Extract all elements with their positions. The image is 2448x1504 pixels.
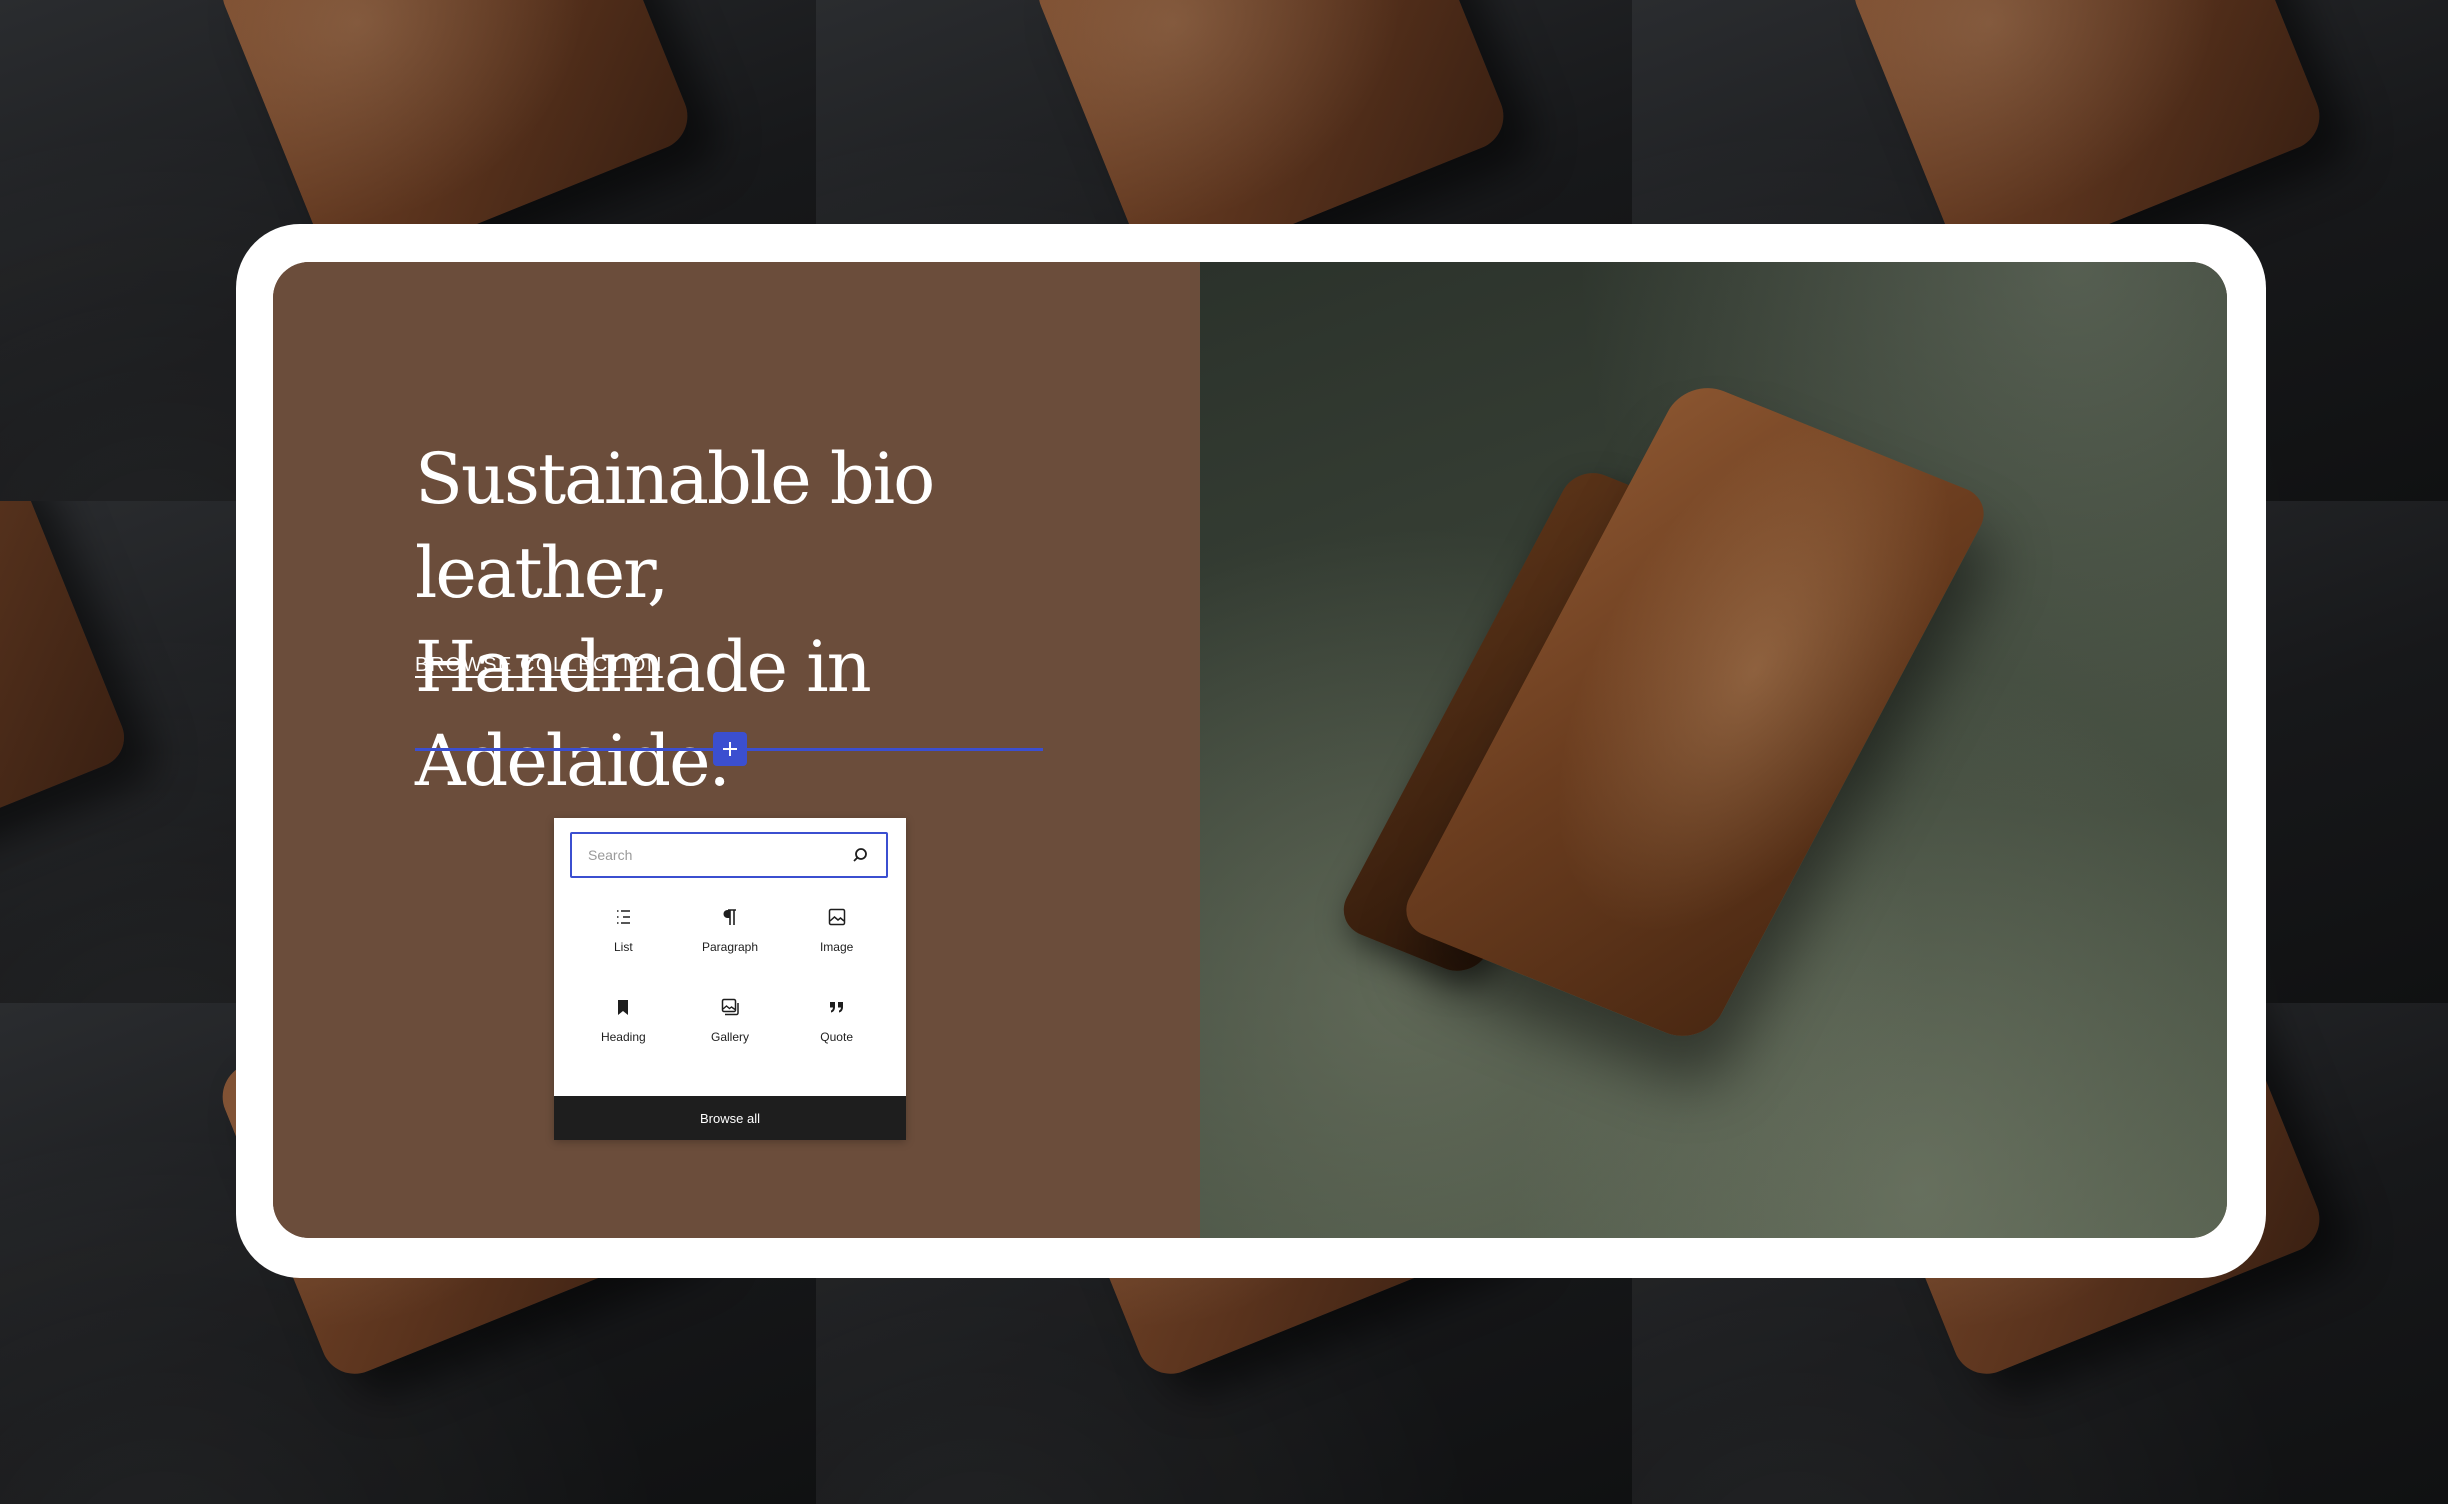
image-icon xyxy=(828,908,845,926)
plus-icon xyxy=(723,742,737,756)
block-search-input[interactable] xyxy=(586,846,850,864)
browse-collection-link[interactable]: BROWSE COLLECTION xyxy=(415,654,663,677)
block-label: List xyxy=(613,940,633,954)
block-search-field[interactable] xyxy=(570,832,888,878)
gallery-icon xyxy=(721,998,739,1016)
block-option-heading[interactable]: Heading xyxy=(570,988,677,1052)
hero-headline[interactable]: Sustainable bio leather, Handmade in Ade… xyxy=(415,432,1135,808)
list-icon xyxy=(617,910,631,924)
block-label: Quote xyxy=(820,1030,853,1044)
hero-section: Sustainable bio leather, Handmade in Ade… xyxy=(273,262,2227,1238)
headline-line-1: Sustainable bio leather, xyxy=(415,438,935,614)
hero-text-panel: Sustainable bio leather, Handmade in Ade… xyxy=(273,262,1200,1238)
browse-all-button[interactable]: Browse all xyxy=(554,1096,906,1140)
block-option-image[interactable]: Image xyxy=(783,898,890,962)
block-inserter-popover: List Paragraph Image xyxy=(554,818,906,1140)
block-option-list[interactable]: List xyxy=(570,898,677,962)
block-grid: List Paragraph Image Heading Gallery Quo… xyxy=(570,898,890,1052)
hero-image xyxy=(1200,262,2227,1238)
add-block-button[interactable] xyxy=(713,732,747,766)
quote-icon xyxy=(829,1002,843,1013)
headline-line-2: Handmade in Adelaide. xyxy=(415,626,872,802)
block-label: Heading xyxy=(600,1030,646,1044)
block-label: Image xyxy=(819,940,854,954)
heading-icon xyxy=(618,1000,629,1015)
block-option-gallery[interactable]: Gallery xyxy=(677,988,784,1052)
block-label: Paragraph xyxy=(701,940,759,954)
paragraph-icon xyxy=(723,909,736,925)
block-option-paragraph[interactable]: Paragraph xyxy=(677,898,784,962)
block-option-quote[interactable]: Quote xyxy=(783,988,890,1052)
block-label: Gallery xyxy=(710,1030,749,1044)
search-icon xyxy=(853,848,867,862)
